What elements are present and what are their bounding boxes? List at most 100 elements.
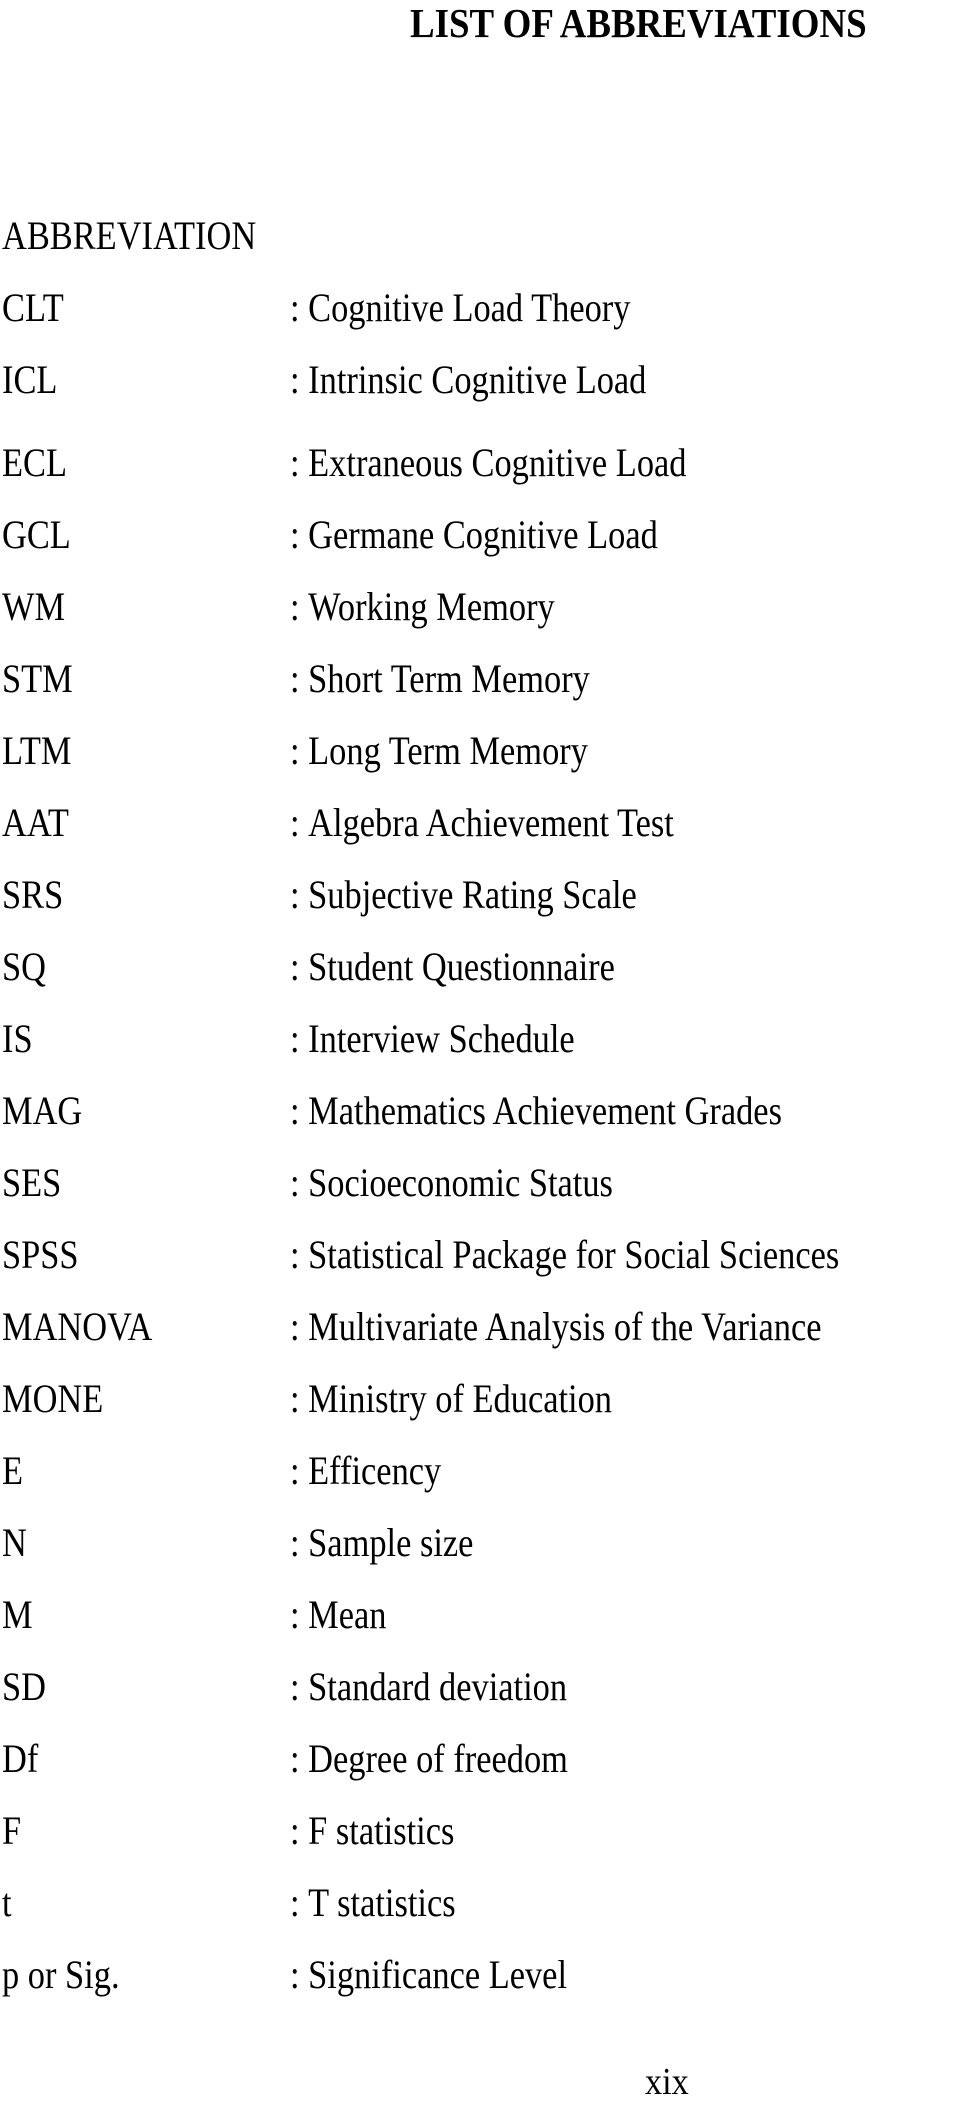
abbreviation-term: MONE bbox=[2, 1376, 104, 1421]
abbreviation-definition-cell: :T statistics bbox=[290, 1880, 456, 1926]
abbreviation-row: STM : Short Term Memory bbox=[0, 656, 960, 702]
abbreviation-term: SRS bbox=[2, 872, 64, 917]
separator-colon: : bbox=[290, 872, 300, 917]
separator-colon: : bbox=[290, 1664, 300, 1709]
abbreviation-term: F bbox=[2, 1808, 22, 1853]
abbreviation-term: SD bbox=[2, 1664, 46, 1709]
abbreviation-definition-cell: : Multivariate Analysis of the Variance bbox=[290, 1304, 821, 1350]
separator-colon: : bbox=[290, 728, 300, 773]
abbreviation-definition: Sample size bbox=[308, 1520, 474, 1565]
separator-colon: : bbox=[290, 285, 300, 330]
abbreviation-definition-cell: : Statistical Package for Social Sciences bbox=[290, 1232, 839, 1278]
separator-colon: : bbox=[290, 357, 300, 402]
abbreviation-row: GCL: Germane Cognitive Load bbox=[0, 512, 960, 558]
abbreviation-definition-cell: : Standard deviation bbox=[290, 1664, 567, 1710]
abbreviation-definition: Interview Schedule bbox=[308, 1016, 575, 1061]
separator-colon: : bbox=[290, 800, 300, 845]
separator-colon: : bbox=[290, 512, 300, 557]
abbreviation-definition-cell: : Intrinsic Cognitive Load bbox=[290, 357, 646, 403]
abbreviation-definition: Ministry of Education bbox=[308, 1376, 612, 1421]
page-number: xix bbox=[645, 2061, 689, 2103]
abbreviation-term: MANOVA bbox=[2, 1304, 153, 1349]
abbreviation-term: STM bbox=[2, 656, 73, 701]
abbreviation-definition-cell: : Efficency bbox=[290, 1448, 441, 1494]
separator-colon: : bbox=[290, 1592, 300, 1637]
abbreviation-definition: Standard deviation bbox=[308, 1664, 568, 1709]
abbreviation-definition: Significance Level bbox=[308, 1952, 568, 1997]
abbreviation-row: ICL: Intrinsic Cognitive Load bbox=[0, 357, 960, 403]
abbreviation-definition: F statistics bbox=[308, 1808, 455, 1853]
abbreviation-definition: Statistical Package for Social Sciences bbox=[308, 1232, 840, 1277]
abbreviation-definition: Efficency bbox=[308, 1448, 442, 1493]
abbreviation-definition: Short Term Memory bbox=[308, 656, 590, 701]
abbreviation-definition-cell: : Degree of freedom bbox=[290, 1736, 568, 1782]
abbreviation-row: MAG: Mathematics Achievement Grades bbox=[0, 1088, 960, 1134]
abbreviation-term: AAT bbox=[2, 800, 69, 845]
abbreviation-definition-cell: : Germane Cognitive Load bbox=[290, 512, 658, 558]
abbreviation-row: CLT: Cognitive Load Theory bbox=[0, 285, 960, 331]
abbreviation-row: AAT : Algebra Achievement Test bbox=[0, 800, 960, 846]
abbreviation-row: SRS : Subjective Rating Scale bbox=[0, 872, 960, 918]
abbreviation-term: CLT bbox=[2, 285, 64, 330]
abbreviation-definition-cell: : Sample size bbox=[290, 1520, 473, 1566]
abbreviation-definition-cell: : Cognitive Load Theory bbox=[290, 285, 630, 331]
abbreviation-row: t :T statistics bbox=[0, 1880, 960, 1926]
abbreviation-definition-cell: :F statistics bbox=[290, 1808, 454, 1854]
abbreviation-term: M bbox=[2, 1592, 33, 1637]
abbreviation-definition: Cognitive Load Theory bbox=[308, 285, 631, 330]
separator-colon: : bbox=[290, 1808, 300, 1853]
abbreviation-row: LTM: Long Term Memory bbox=[0, 728, 960, 774]
abbreviation-row: p or Sig. : Significance Level bbox=[0, 1952, 960, 1998]
abbreviation-definition: Long Term Memory bbox=[308, 728, 588, 773]
abbreviation-row: SPSS: Statistical Package for Social Scie… bbox=[0, 1232, 960, 1278]
separator-colon: : bbox=[290, 1232, 300, 1277]
abbreviation-definition-cell: : Mathematics Achievement Grades bbox=[290, 1088, 782, 1134]
abbreviation-term: WM bbox=[2, 584, 66, 629]
abbreviation-row: WM : Working Memory bbox=[0, 584, 960, 630]
abbreviation-row: IS: Interview Schedule bbox=[0, 1016, 960, 1062]
separator-colon: : bbox=[290, 1016, 300, 1061]
abbreviation-row: E : Efficency bbox=[0, 1448, 960, 1494]
abbreviation-definition-cell: : Socioeconomic Status bbox=[290, 1160, 613, 1206]
abbreviation-row: F:F statistics bbox=[0, 1808, 960, 1854]
separator-colon: : bbox=[290, 440, 300, 485]
separator-colon: : bbox=[290, 1160, 300, 1205]
abbreviation-definition: Socioeconomic Status bbox=[308, 1160, 613, 1205]
abbreviation-term: GCL bbox=[2, 512, 71, 557]
abbreviation-row: MONE: Ministry of Education bbox=[0, 1376, 960, 1422]
abbreviation-definition: Student Questionnaire bbox=[308, 944, 615, 989]
abbreviation-definition-cell: : Algebra Achievement Test bbox=[290, 800, 674, 846]
abbreviation-definition: Mathematics Achievement Grades bbox=[308, 1088, 782, 1133]
page-title: LIST OF ABBREVIATIONS bbox=[410, 0, 867, 46]
separator-colon: : bbox=[290, 1088, 300, 1133]
separator-colon: : bbox=[290, 1736, 300, 1781]
abbreviation-term: E bbox=[2, 1448, 24, 1493]
abbreviation-column-header: ABBREVIATION bbox=[2, 213, 257, 258]
abbreviation-definition-cell: : Subjective Rating Scale bbox=[290, 872, 637, 918]
separator-colon: : bbox=[290, 1520, 300, 1565]
abbreviation-row: SES: Socioeconomic Status bbox=[0, 1160, 960, 1206]
abbreviation-term: Df bbox=[2, 1736, 39, 1781]
abbreviation-term: SPSS bbox=[2, 1232, 79, 1277]
abbreviation-row: Df: Degree of freedom bbox=[0, 1736, 960, 1782]
abbreviation-definition-cell: : Working Memory bbox=[290, 584, 555, 630]
separator-colon: : bbox=[290, 1304, 300, 1349]
abbreviation-term: p or Sig. bbox=[2, 1952, 120, 1997]
abbreviation-definition-cell: : Short Term Memory bbox=[290, 656, 590, 702]
abbreviation-term: t bbox=[2, 1880, 12, 1925]
abbreviation-definition: Degree of freedom bbox=[308, 1736, 568, 1781]
abbreviation-row: ECL: Extraneous Cognitive Load bbox=[0, 440, 960, 486]
abbreviation-definition: Germane Cognitive Load bbox=[308, 512, 658, 557]
separator-colon: : bbox=[290, 1376, 300, 1421]
abbreviation-term: IS bbox=[2, 1016, 33, 1061]
abbreviation-definition: T statistics bbox=[308, 1880, 456, 1925]
abbreviation-row: SD: Standard deviation bbox=[0, 1664, 960, 1710]
abbreviation-definition-cell: : Significance Level bbox=[290, 1952, 567, 1998]
abbreviation-definition-cell: : Student Questionnaire bbox=[290, 944, 615, 990]
abbreviation-term: SQ bbox=[2, 944, 46, 989]
abbreviation-definition: Intrinsic Cognitive Load bbox=[308, 357, 647, 402]
abbreviation-term: ICL bbox=[2, 357, 58, 402]
abbreviation-term: MAG bbox=[2, 1088, 83, 1133]
separator-colon: : bbox=[290, 944, 300, 989]
abbreviation-definition-cell: : Long Term Memory bbox=[290, 728, 588, 774]
